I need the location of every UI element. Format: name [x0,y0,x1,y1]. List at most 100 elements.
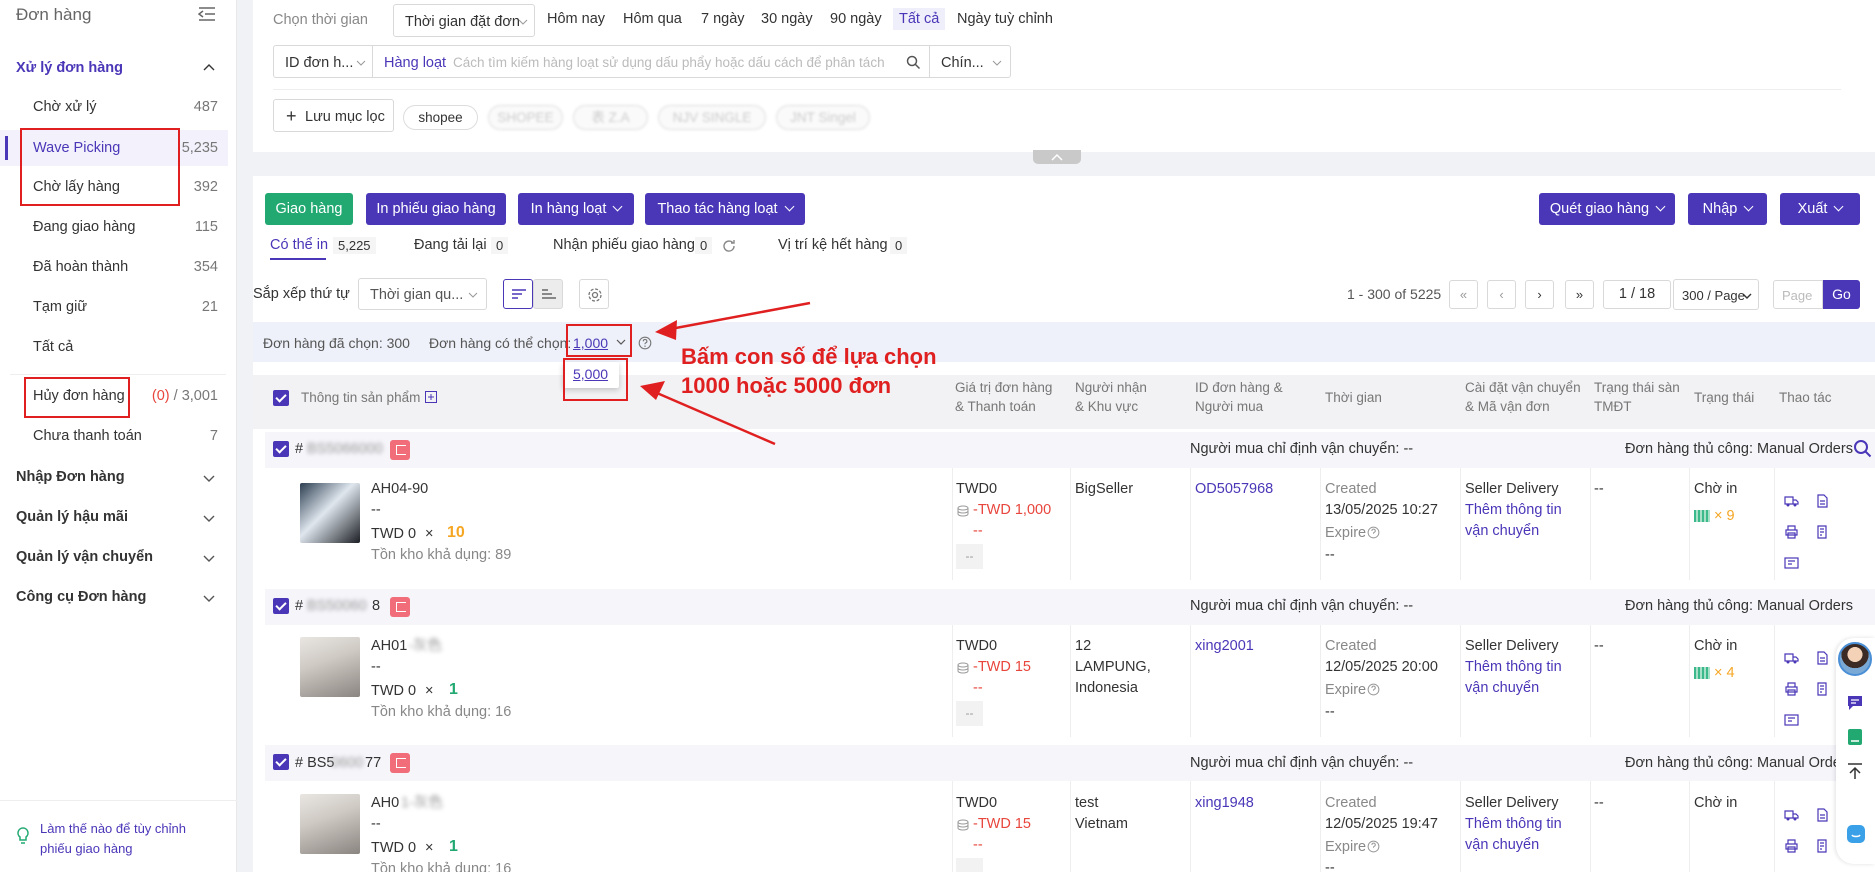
quick-all[interactable]: Tất cả [893,8,946,30]
avatar[interactable] [1838,642,1872,676]
add-shipping-info-link[interactable]: Thêm thông tin vận chuyển [1465,814,1575,856]
printer-icon[interactable] [1784,839,1799,853]
help-circle-icon[interactable] [638,336,652,350]
help-circle-icon[interactable] [1367,683,1380,696]
deliver-button[interactable]: Giao hàng [265,193,353,225]
filter-tag[interactable]: NJV SINGLE [658,105,766,130]
tab-reloading[interactable]: Đang tải lại [414,237,487,253]
prev-page-button[interactable]: ‹ [1487,280,1516,309]
sidebar-group-shipping-mgmt[interactable]: Quản lý vận chuyển [16,549,153,565]
expand-icon[interactable] [425,391,437,403]
order-checkbox[interactable] [273,598,289,614]
help-circle-icon[interactable] [1367,526,1380,539]
sidebar-item-shipping[interactable]: Đang giao hàng 115 [0,209,228,245]
collapse-filter-button[interactable] [1033,150,1081,164]
filter-tag[interactable]: shopee [403,105,478,130]
chat-icon[interactable] [1846,694,1864,712]
product-image[interactable] [300,483,360,543]
batch-ops-button[interactable]: Thao tác hàng loạt [645,193,805,225]
quick-90-days[interactable]: 90 ngày [830,11,882,27]
scan-deliver-button[interactable]: Quét giao hàng [1539,193,1675,225]
invoice-icon[interactable] [1815,682,1830,696]
printer-icon[interactable] [1784,682,1799,696]
per-page-select[interactable]: 300 / Page [1673,279,1759,310]
order-id-link[interactable]: OD5057968 [1195,479,1273,500]
quick-custom[interactable]: Ngày tuỳ chỉnh [957,11,1053,27]
document-icon[interactable] [1815,494,1830,508]
sort-select[interactable]: Thời gian qu... [358,278,487,310]
product-image[interactable] [300,637,360,697]
print-batch-button[interactable]: In hàng loạt [518,193,634,225]
sidebar-group-import[interactable]: Nhập Đơn hàng [16,469,125,485]
help-circle-icon[interactable] [1367,840,1380,853]
first-page-button[interactable]: « [1449,280,1478,309]
next-page-button[interactable]: › [1525,280,1554,309]
quick-today[interactable]: Hôm nay [547,11,605,27]
sidebar-item-all[interactable]: Tất cả [0,329,228,365]
sidebar-item-pending[interactable]: Chờ xử lý 487 [0,89,228,125]
invoice-icon[interactable] [1815,839,1830,853]
sidebar-group-order-processing[interactable]: Xử lý đơn hàng [16,60,123,76]
search-input[interactable]: Hàng loạt Cách tìm kiếm hàng loạt sử dụn… [372,45,930,78]
tab-printable[interactable]: Có thể in [270,237,328,253]
label-icon[interactable] [1784,556,1799,570]
page-jump-input[interactable]: Page [1773,280,1823,309]
document-icon[interactable] [1815,651,1830,665]
import-button[interactable]: Nhập [1688,193,1767,225]
product-sku[interactable]: AH04-90 [371,479,428,500]
document-icon[interactable] [1815,808,1830,822]
product-image[interactable] [300,794,360,854]
add-shipping-info-link[interactable]: Thêm thông tin vận chuyển [1465,500,1575,542]
tab-out-of-stock-shelf[interactable]: Vị trí kệ hết hàng [778,237,888,253]
sort-asc-button[interactable] [533,279,563,309]
search-icon[interactable] [906,55,921,70]
go-button[interactable]: Go [1823,280,1860,309]
sidebar-item-on-hold[interactable]: Tạm giữ 21 [0,289,228,325]
exact-match-select[interactable]: Chín... [929,45,1011,78]
invoice-icon[interactable] [1815,525,1830,539]
collapse-menu-icon[interactable] [198,6,216,22]
order-id-link[interactable]: xing2001 [1195,636,1254,657]
printer-icon[interactable] [1784,525,1799,539]
truck-icon[interactable] [1784,494,1799,508]
sidebar-item-completed[interactable]: Đã hoàn thành 354 [0,249,228,285]
filter-tag[interactable]: SHOPEE [488,105,563,130]
sidebar-item-unpaid[interactable]: Chưa thanh toán 7 [0,418,228,454]
search-icon[interactable] [1853,439,1873,459]
filter-tag[interactable]: JNT Singel [776,105,870,130]
sort-desc-button[interactable] [503,279,533,309]
quick-7-days[interactable]: 7 ngày [701,11,745,27]
add-shipping-info-link[interactable]: Thêm thông tin vận chuyển [1465,657,1575,699]
batch-search-label[interactable]: Hàng loạt [384,55,446,71]
refresh-icon[interactable] [722,239,736,253]
flag-icon[interactable] [390,597,410,617]
sidebar-group-order-tools[interactable]: Công cụ Đơn hàng [16,589,146,605]
last-page-button[interactable]: » [1565,280,1594,309]
truck-icon[interactable] [1784,808,1799,822]
support-icon[interactable] [1846,824,1866,844]
page-indicator[interactable]: 1 / 18 [1603,280,1671,309]
select-all-checkbox[interactable] [273,390,289,406]
time-type-select[interactable]: Thời gian đặt đơn [393,4,535,37]
product-sku[interactable]: AH0 [371,793,399,814]
print-slip-button[interactable]: In phiếu giao hàng [366,193,506,225]
tab-get-slip[interactable]: Nhận phiếu giao hàng [553,237,695,253]
book-icon[interactable] [1846,728,1864,746]
help-link[interactable]: Làm thế nào để tùy chỉnh phiếu giao hàng [0,800,237,872]
sidebar-group-after-sales[interactable]: Quản lý hậu mãi [16,509,128,525]
save-filter-button[interactable]: + Lưu mục lọc [273,99,394,132]
settings-button[interactable] [579,279,609,309]
id-type-select[interactable]: ID đơn h... [273,45,373,78]
quick-30-days[interactable]: 30 ngày [761,11,813,27]
product-sku[interactable]: AH01 [371,636,407,657]
order-id-link[interactable]: xing1948 [1195,793,1254,814]
label-icon[interactable] [1784,713,1799,727]
flag-icon[interactable] [390,440,410,460]
quick-yesterday[interactable]: Hôm qua [623,11,682,27]
order-checkbox[interactable] [273,754,289,770]
export-button[interactable]: Xuất [1780,193,1860,225]
flag-icon[interactable] [390,753,410,773]
truck-icon[interactable] [1784,651,1799,665]
back-to-top-icon[interactable] [1846,762,1864,780]
filter-tag[interactable]: 表 Z.A [573,105,648,130]
